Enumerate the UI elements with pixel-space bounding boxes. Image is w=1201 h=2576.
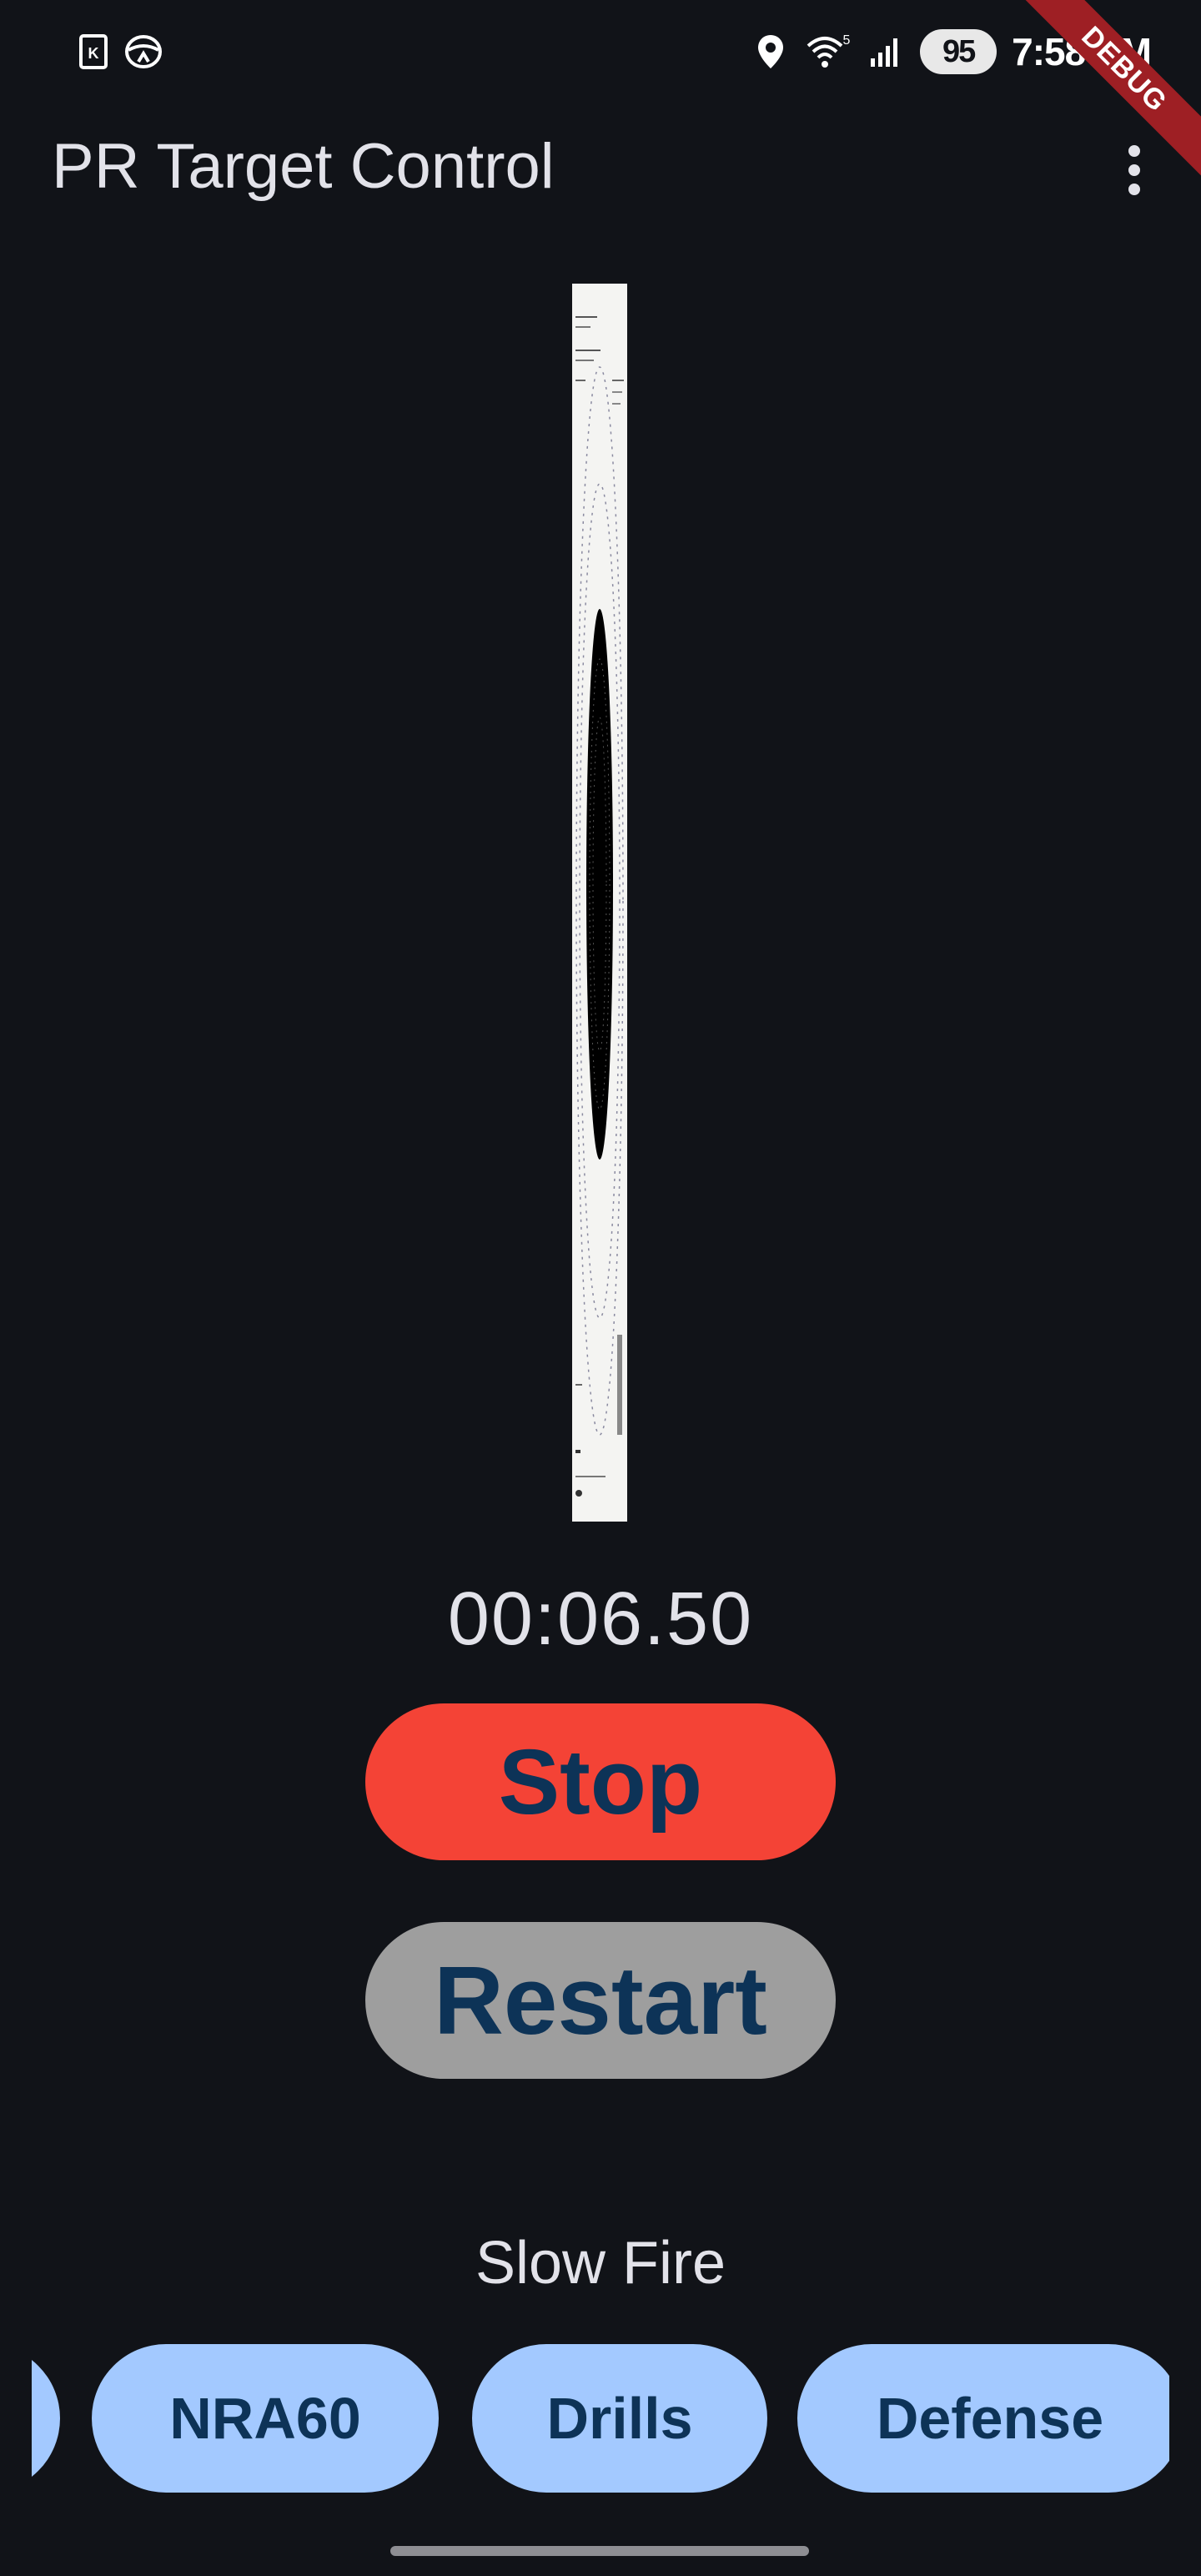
- steering-wheel-icon: [123, 32, 163, 72]
- app-screen: K 5 95 7:58 PM DEBUG PR Target Control 0…: [0, 0, 1201, 2576]
- status-time: 7:58 PM: [1012, 30, 1152, 73]
- network-type-label: 5: [843, 33, 851, 48]
- gesture-nav-handle[interactable]: [390, 2546, 809, 2556]
- mode-chip-list[interactable]: NRA60 Drills Defense: [32, 2344, 1169, 2494]
- app-bar: PR Target Control: [0, 103, 1201, 237]
- battery-indicator: 95: [920, 29, 997, 74]
- mode-chip[interactable]: [32, 2344, 60, 2493]
- status-right-group: 5 95 7:58 PM: [751, 23, 1152, 80]
- status-bar: K 5 95 7:58 PM: [0, 0, 1201, 103]
- mode-label: Slow Fire: [475, 2230, 726, 2297]
- mode-chip-drills[interactable]: Drills: [472, 2344, 767, 2493]
- signal-icon: [867, 33, 905, 71]
- restart-button[interactable]: Restart: [365, 1922, 836, 2079]
- location-icon: [751, 33, 790, 71]
- more-vert-icon[interactable]: [1101, 137, 1168, 204]
- stop-button[interactable]: Stop: [365, 1703, 836, 1860]
- kindle-icon: K: [73, 32, 113, 72]
- mode-chip-defense[interactable]: Defense: [797, 2344, 1169, 2493]
- page-title: PR Target Control: [52, 131, 555, 202]
- mode-chip-nra60[interactable]: NRA60: [92, 2344, 439, 2493]
- elapsed-timer: 00:06.50: [447, 1577, 754, 1661]
- wifi-icon: 5: [805, 33, 852, 71]
- target-image: [572, 284, 627, 1522]
- svg-text:K: K: [88, 45, 99, 62]
